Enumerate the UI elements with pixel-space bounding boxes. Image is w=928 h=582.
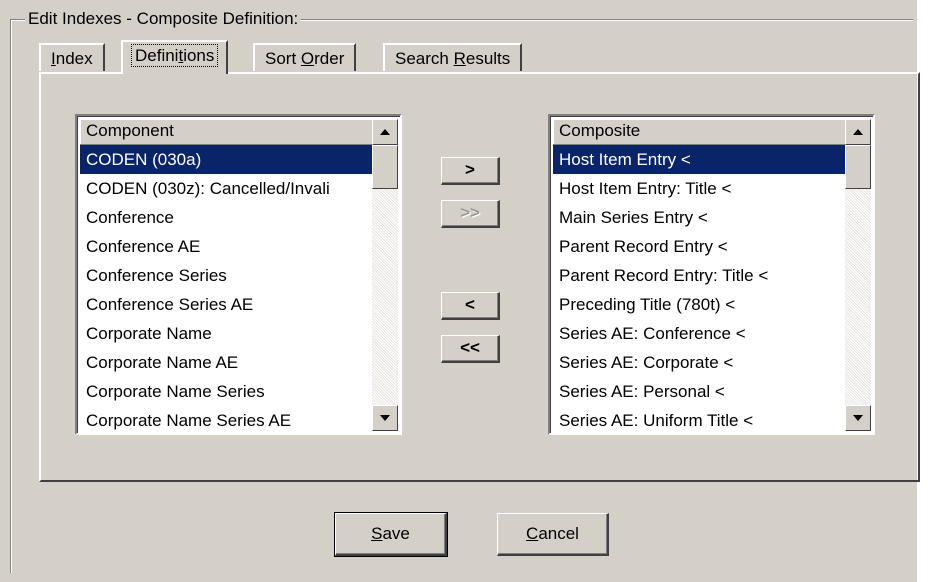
scroll-up-button[interactable] — [372, 119, 398, 145]
scroll-up-button[interactable] — [845, 119, 871, 145]
list-item[interactable]: Main Series Entry < — [553, 203, 849, 232]
list-item[interactable]: Series AE: Personal < — [553, 377, 849, 406]
list-item[interactable]: Series AE: Uniform Title < — [553, 406, 849, 433]
list-item[interactable]: Conference Series AE — [80, 290, 376, 319]
list-item[interactable]: Parent Record Entry: Title < — [553, 261, 849, 290]
list-item[interactable]: Host Item Entry < — [553, 145, 849, 174]
composite-definition-dialog: Edit Indexes - Composite Definition: Ind… — [0, 0, 928, 582]
list-item[interactable]: Conference Series — [80, 261, 376, 290]
list-item[interactable]: Series AE: Conference < — [553, 319, 849, 348]
list-item[interactable]: CODEN (030z): Cancelled/Invali — [80, 174, 376, 203]
arrow-down-icon — [853, 415, 863, 421]
list-item[interactable]: Series AE: Corporate < — [553, 348, 849, 377]
tab-search-results-label: Search Results — [395, 49, 511, 68]
composite-column-header[interactable]: Composite — [553, 119, 849, 145]
list-item[interactable]: Preceding Title (780t) < — [553, 290, 849, 319]
tab-definitions[interactable]: Definitions — [121, 40, 229, 74]
component-list-items: CODEN (030a) CODEN (030z): Cancelled/Inva… — [80, 145, 376, 433]
component-scrollbar[interactable] — [372, 119, 398, 431]
add-button[interactable]: > — [441, 157, 500, 185]
list-item[interactable]: Corporate Name Series AE — [80, 406, 376, 433]
component-listbox[interactable]: Component CODEN (030a) CODEN (030z): Canc… — [75, 114, 402, 435]
list-item[interactable]: Conference — [80, 203, 376, 232]
list-item[interactable]: Corporate Name AE — [80, 348, 376, 377]
scroll-thumb[interactable] — [845, 145, 871, 189]
arrow-up-icon — [853, 129, 863, 135]
group-title: Edit Indexes - Composite Definition: — [25, 9, 302, 29]
save-button[interactable]: Save — [334, 512, 448, 557]
arrow-up-icon — [380, 129, 390, 135]
composite-scrollbar[interactable] — [845, 119, 871, 431]
tab-index-label: Index — [51, 49, 93, 68]
list-item[interactable]: Corporate Name — [80, 319, 376, 348]
component-column-header[interactable]: Component — [80, 119, 376, 145]
save-button-label: Save — [371, 524, 410, 543]
arrow-down-icon — [380, 415, 390, 421]
tab-sort-order[interactable]: Sort Order — [253, 43, 357, 71]
composite-listbox[interactable]: Composite Host Item Entry < Host Item Ent… — [548, 114, 875, 435]
add-all-button[interactable]: >> — [441, 200, 500, 228]
list-item[interactable]: Parent Record Entry < — [553, 232, 849, 261]
remove-button[interactable]: < — [441, 292, 500, 320]
cancel-button-label: Cancel — [526, 524, 579, 543]
tab-sort-order-label: Sort Order — [265, 49, 345, 68]
list-item[interactable]: Host Item Entry: Title < — [553, 174, 849, 203]
tab-definitions-label: Definitions — [130, 44, 219, 67]
scroll-down-button[interactable] — [372, 405, 398, 431]
list-item[interactable]: CODEN (030a) — [80, 145, 376, 174]
composite-list-items: Host Item Entry < Host Item Entry: Title … — [553, 145, 849, 433]
cancel-button[interactable]: Cancel — [497, 513, 609, 556]
scroll-thumb[interactable] — [372, 145, 398, 189]
tab-index[interactable]: Index — [39, 43, 105, 71]
scroll-down-button[interactable] — [845, 405, 871, 431]
remove-all-button[interactable]: << — [441, 335, 500, 363]
tab-search-results[interactable]: Search Results — [383, 43, 523, 71]
list-item[interactable]: Corporate Name Series — [80, 377, 376, 406]
list-item[interactable]: Conference AE — [80, 232, 376, 261]
